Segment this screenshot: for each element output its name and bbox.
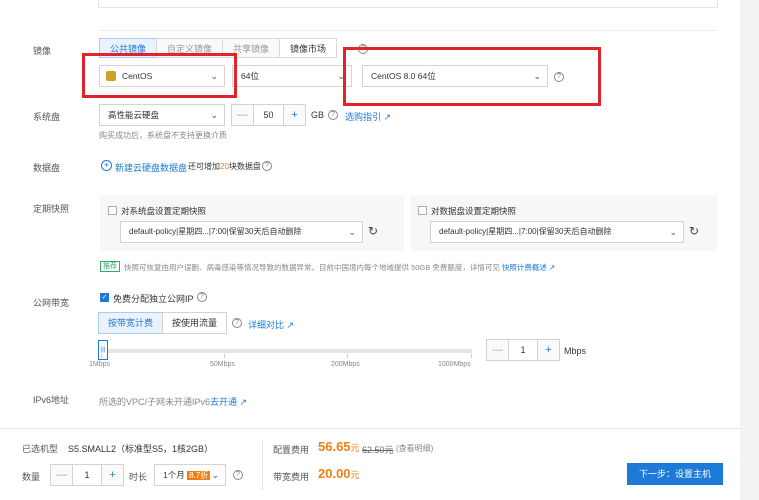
highlight-box xyxy=(343,47,601,106)
refresh-icon[interactable]: ↻ xyxy=(368,224,378,238)
data-snapshot-policy-value: default-policy|星期四...|7:00|保留30天后自动删除 xyxy=(439,227,612,236)
divider xyxy=(98,30,718,31)
help-icon[interactable]: ? xyxy=(233,470,243,480)
recommend-tag: 推荐 xyxy=(100,261,120,272)
quantity-value[interactable]: 1 xyxy=(73,465,101,485)
bandwidth-value[interactable]: 1 xyxy=(509,340,537,360)
disk-unit: GB xyxy=(311,110,325,120)
system-snapshot-policy-value: default-policy|星期四...|7:00|保留30天后自动删除 xyxy=(129,227,302,236)
data-disk-label: 数据盘 xyxy=(33,163,61,173)
chevron-down-icon: ⌄ xyxy=(210,110,218,120)
bandwidth-unit: Mbps xyxy=(564,346,587,356)
plus-icon[interactable]: + xyxy=(283,105,305,125)
data-snapshot-policy-select[interactable]: default-policy|星期四...|7:00|保留30天后自动删除 ⌄ xyxy=(430,221,684,243)
help-icon[interactable]: ? xyxy=(262,161,272,171)
selected-model-label: 已选机型 xyxy=(22,444,59,454)
snapshot-billing-link[interactable]: 快照计费概述 xyxy=(502,263,547,272)
bandwidth-fee: 20.00元 xyxy=(318,466,360,481)
quantity-label: 数量 xyxy=(22,472,41,482)
slider-tick xyxy=(224,354,225,358)
bandwidth-slider-thumb[interactable]: ||| xyxy=(98,340,108,360)
next-step-button[interactable]: 下一步：设置主机 xyxy=(627,463,723,485)
bits-select-value: 64位 xyxy=(241,71,259,81)
ipv6-note: 所选的VPC/子网未开通IPv6 xyxy=(99,397,211,407)
bandwidth-stepper[interactable]: — 1 + xyxy=(486,339,560,361)
snapshot-label: 定期快照 xyxy=(33,204,70,214)
config-fee-label: 配置费用 xyxy=(273,445,310,455)
bandwidth-fee-label: 带宽费用 xyxy=(273,472,310,482)
data-snapshot-checkbox[interactable] xyxy=(418,206,427,215)
slider-tick xyxy=(471,354,472,358)
system-disk-note: 购买成功后，系统盘不支持更换介质 xyxy=(99,131,227,140)
config-fee-detail-link[interactable]: (查看明细) xyxy=(396,443,433,454)
chevron-down-icon: ⌄ xyxy=(211,470,219,480)
external-link-icon: ↗ xyxy=(239,397,248,407)
quantity-stepper[interactable]: — 1 + xyxy=(50,464,124,486)
refresh-icon[interactable]: ↻ xyxy=(689,224,699,238)
slider-tick xyxy=(101,354,102,358)
duration-select[interactable]: 1个月 8.7折 ⌄ xyxy=(154,464,226,486)
duration-value: 1个月 xyxy=(163,470,185,480)
system-snapshot-label: 对系统盘设置定期快照 xyxy=(121,206,207,216)
slider-tick-label: 1000Mbps xyxy=(438,361,471,368)
bandwidth-label: 公网带宽 xyxy=(33,298,70,308)
add-circle-icon[interactable]: + xyxy=(101,160,112,171)
free-ip-checkbox[interactable]: ✓ xyxy=(100,293,109,302)
config-fee-original: 62.50元 xyxy=(362,445,394,455)
previous-section-box xyxy=(98,0,718,8)
free-ip-label: 免费分配独立公网IP xyxy=(113,294,194,304)
external-link-icon: ↗ xyxy=(549,263,556,272)
external-link-icon: ↗ xyxy=(383,112,392,122)
chevron-down-icon: ⌄ xyxy=(348,227,356,237)
chevron-down-icon: ⌄ xyxy=(669,227,677,237)
minus-icon[interactable]: — xyxy=(487,340,509,360)
disk-size-stepper[interactable]: — 50 + xyxy=(231,104,306,126)
enable-ipv6-link[interactable]: 去开通 ↗ xyxy=(210,395,247,408)
disk-type-value: 高性能云硬盘 xyxy=(108,110,160,120)
system-disk-label: 系统盘 xyxy=(33,112,61,122)
purchase-guide-link[interactable]: 选购指引 ↗ xyxy=(345,110,391,123)
snapshot-note: 快照可恢复由用户误删、病毒感染等情况导致的数据异常。目前中国境内每个地域提供 5… xyxy=(124,263,556,272)
tab-by-traffic[interactable]: 按使用流量 xyxy=(162,312,228,334)
system-snapshot-checkbox[interactable] xyxy=(108,206,117,215)
discount-badge: 8.7折 xyxy=(187,471,211,480)
disk-type-select[interactable]: 高性能云硬盘 ⌄ xyxy=(99,104,225,126)
scrollbar[interactable] xyxy=(740,0,759,500)
slider-tick-label: 200Mbps xyxy=(331,361,360,368)
plus-icon[interactable]: + xyxy=(537,340,559,360)
compare-link[interactable]: 详细对比 ↗ xyxy=(248,318,294,331)
data-disk-remaining: 还可增加20块数据盘 xyxy=(188,162,261,171)
disk-size-value[interactable]: 50 xyxy=(254,105,283,125)
help-icon[interactable]: ? xyxy=(197,292,207,302)
slider-tick xyxy=(347,354,348,358)
minus-icon[interactable]: — xyxy=(51,465,73,485)
bandwidth-slider-track[interactable] xyxy=(100,349,472,353)
tab-by-bandwidth[interactable]: 按带宽计费 xyxy=(98,312,164,334)
external-link-icon: ↗ xyxy=(286,320,295,330)
selected-model-value: S5.SMALL2（标准型S5，1核2GB） xyxy=(68,444,214,454)
data-snapshot-label: 对数据盘设置定期快照 xyxy=(431,206,517,216)
config-fee: 56.65元 xyxy=(318,439,360,454)
image-label: 镜像 xyxy=(33,46,52,56)
footer-divider xyxy=(262,440,263,490)
slider-tick-label: 50Mbps xyxy=(210,361,235,368)
bandwidth-tabs: 按带宽计费 按使用流量 xyxy=(98,312,228,334)
minus-icon[interactable]: — xyxy=(232,105,254,125)
duration-label: 时长 xyxy=(129,472,148,482)
system-snapshot-policy-select[interactable]: default-policy|星期四...|7:00|保留30天后自动删除 ⌄ xyxy=(120,221,363,243)
highlight-box xyxy=(82,53,237,98)
ipv6-label: IPv6地址 xyxy=(33,395,70,405)
slider-tick-label: 1Mbps xyxy=(89,361,111,368)
add-data-disk-link[interactable]: 新建云硬盘数据盘 xyxy=(115,161,187,174)
plus-icon[interactable]: + xyxy=(101,465,123,485)
help-icon[interactable]: ? xyxy=(232,318,242,328)
bits-select[interactable]: 64位 ⌄ xyxy=(232,65,352,87)
tab-image-market[interactable]: 镜像市场 xyxy=(279,38,338,58)
help-icon[interactable]: ? xyxy=(328,110,338,120)
config-panel: 镜像 公共镜像 自定义镜像 共享镜像 镜像市场 ? CentOS ⌄ 64位 ⌄… xyxy=(0,0,740,428)
